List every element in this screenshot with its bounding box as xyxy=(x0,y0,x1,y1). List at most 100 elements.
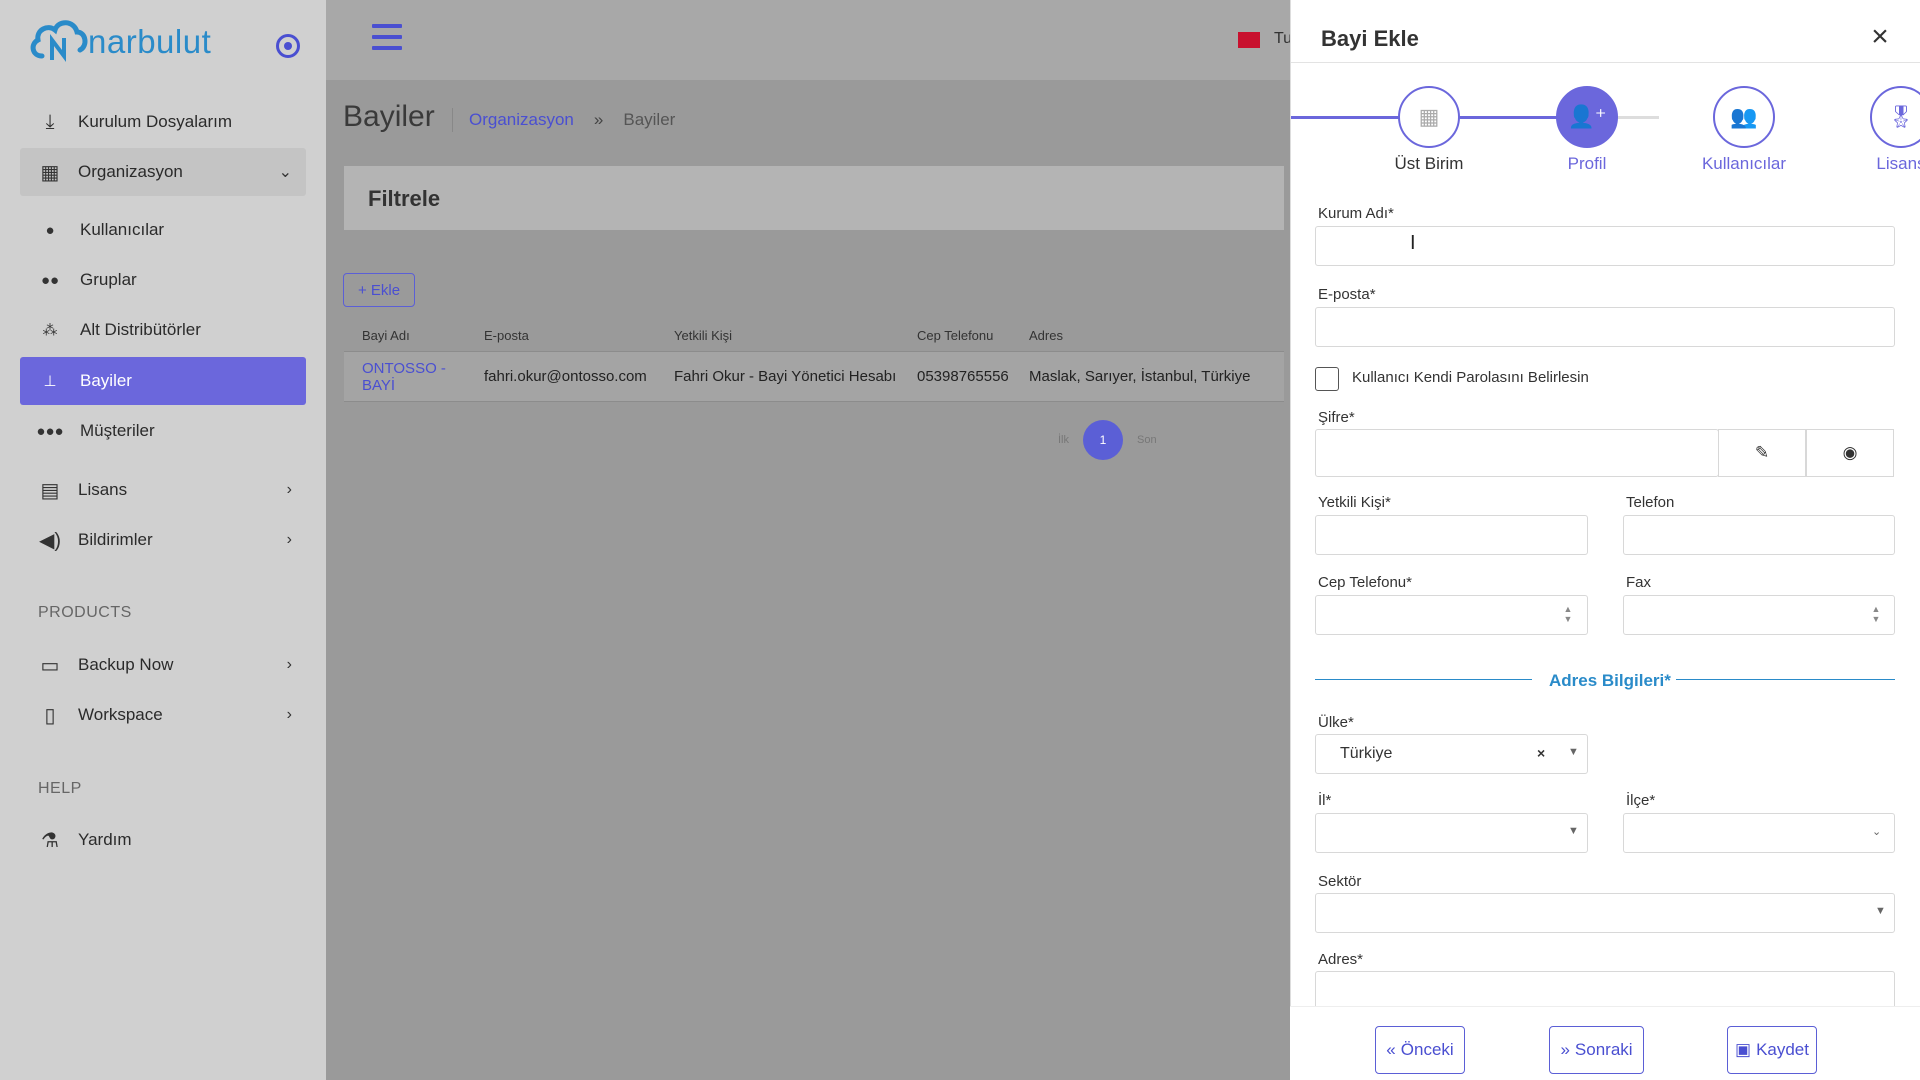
network-icon: ⁂ xyxy=(42,322,58,339)
grid-icon: ▦ xyxy=(1398,86,1460,148)
add-button[interactable]: + Ekle xyxy=(343,273,415,307)
grid-icon: ▦ xyxy=(40,161,60,184)
step-lisans[interactable]: 🎖 Lisans xyxy=(1841,86,1920,174)
sector-select[interactable] xyxy=(1315,893,1895,933)
pagination: İlk 1 Son xyxy=(1058,420,1157,460)
filter-card[interactable]: Filtrele xyxy=(344,166,1284,230)
fax-input[interactable] xyxy=(1623,595,1895,635)
step-label: Kullanıcılar xyxy=(1701,154,1787,173)
sidebar-item-bildirimler[interactable]: ◀) Bildirimler › xyxy=(20,516,306,564)
own-password-checkbox[interactable] xyxy=(1315,367,1339,391)
double-chevron-right-icon: » xyxy=(1560,1040,1570,1059)
kurum-adi-label: Kurum Adı* xyxy=(1318,205,1394,222)
floppy-disk-icon: ▣ xyxy=(1735,1040,1752,1059)
sidebar-item-label: Workspace xyxy=(78,705,163,724)
number-spinner-icon[interactable]: ▲ ▼ xyxy=(1561,604,1575,626)
pager-page[interactable]: 1 xyxy=(1083,420,1123,460)
cell-mobile: 05398765556 xyxy=(917,368,1009,385)
phone-input[interactable] xyxy=(1623,515,1895,555)
step-label: Üst Birim xyxy=(1394,154,1464,173)
save-button-label: Kaydet xyxy=(1756,1040,1809,1059)
mobile-phone-input[interactable] xyxy=(1315,595,1588,635)
ilce-label: İlçe* xyxy=(1626,792,1656,809)
download-icon: ⤓ xyxy=(45,110,55,133)
page-title: Bayiler xyxy=(343,100,435,133)
breadcrumb-separator: » xyxy=(593,110,604,129)
show-password-button[interactable]: ◉ xyxy=(1806,429,1894,477)
sidebar-item-label: Bayiler xyxy=(80,371,132,390)
close-icon[interactable]: × xyxy=(1866,22,1894,52)
number-spinner-icon[interactable]: ▲ ▼ xyxy=(1869,604,1883,626)
eye-icon: ◉ xyxy=(1842,443,1858,462)
filter-title: Filtrele xyxy=(368,186,441,211)
users-icon: 👥 xyxy=(1713,86,1775,148)
megaphone-icon: ◀) xyxy=(38,529,62,552)
turkey-flag-icon[interactable] xyxy=(1238,32,1260,48)
caret-down-icon: ▼ xyxy=(1875,905,1886,917)
caret-down-icon: ▼ xyxy=(1568,746,1579,758)
cep-label: Cep Telefonu* xyxy=(1318,574,1412,591)
sidebar-item-backup-now[interactable]: ▭ Backup Now › xyxy=(20,641,306,689)
panel-title: Bayi Ekle xyxy=(1321,26,1419,51)
generate-password-button[interactable]: ✎ xyxy=(1718,429,1806,477)
target-icon[interactable] xyxy=(276,34,300,58)
column-header[interactable]: E-posta xyxy=(476,328,666,343)
kurum-adi-input[interactable] xyxy=(1315,226,1895,266)
group-icon: ●●● xyxy=(36,422,64,440)
step-profil[interactable]: 👤⁺ Profil xyxy=(1527,86,1647,174)
step-kullanicilar[interactable]: 👥 Kullanıcılar xyxy=(1684,86,1804,174)
table-header: Bayi Adı E-posta Yetkili Kişi Cep Telefo… xyxy=(344,320,1284,352)
save-button[interactable]: ▣ Kaydet xyxy=(1727,1026,1817,1074)
sidebar-item-kullanicilar[interactable]: ● Kullanıcılar xyxy=(20,206,306,254)
column-header[interactable]: Bayi Adı xyxy=(344,328,476,343)
sidebar-item-workspace[interactable]: ▯ Workspace › xyxy=(20,691,306,739)
password-input[interactable] xyxy=(1315,429,1719,477)
cloud-logo-icon xyxy=(30,20,88,62)
file-icon: ▯ xyxy=(44,704,56,727)
divider-line xyxy=(1676,679,1895,680)
breadcrumb-current: Bayiler xyxy=(623,110,676,129)
step-ust-birim[interactable]: ▦ Üst Birim xyxy=(1369,86,1489,174)
clear-icon[interactable]: × xyxy=(1537,745,1545,761)
district-select[interactable] xyxy=(1623,813,1895,853)
text-cursor-icon: I xyxy=(1410,232,1416,254)
sidebar-item-alt-distributorler[interactable]: ⁂ Alt Distribütörler xyxy=(20,306,306,354)
contact-person-input[interactable] xyxy=(1315,515,1588,555)
sidebar-item-musteriler[interactable]: ●●● Müşteriler xyxy=(20,407,306,455)
sidebar-item-label: Backup Now xyxy=(78,655,174,674)
own-password-label: Kullanıcı Kendi Parolasını Belirlesin xyxy=(1352,369,1589,386)
sidebar-item-kurulum-dosyalarim[interactable]: ⤓ Kurulum Dosyalarım xyxy=(20,98,306,146)
sidebar-item-label: Kurulum Dosyalarım xyxy=(78,112,232,131)
section-help: HELP xyxy=(38,780,82,797)
ulke-label: Ülke* xyxy=(1318,714,1354,731)
chevron-right-icon: › xyxy=(286,706,292,723)
sidebar-item-bayiler[interactable]: ⊥ Bayiler xyxy=(20,357,306,405)
next-button-label: Sonraki xyxy=(1574,1040,1633,1059)
cell-dealer-name[interactable]: ONTOSSO - BAYİ xyxy=(344,360,476,394)
il-label: İl* xyxy=(1318,792,1332,809)
sidebar-item-lisans[interactable]: ▤ Lisans › xyxy=(20,466,306,514)
pager-last[interactable]: Son xyxy=(1137,434,1157,446)
previous-button[interactable]: « Önceki xyxy=(1375,1026,1465,1074)
hamburger-menu-icon[interactable] xyxy=(372,24,402,50)
province-select[interactable] xyxy=(1315,813,1588,853)
email-input[interactable] xyxy=(1315,307,1895,347)
breadcrumb-organizasyon[interactable]: Organizasyon xyxy=(469,110,574,130)
column-header[interactable]: Adres xyxy=(1021,328,1284,343)
sidebar-item-label: Lisans xyxy=(78,480,128,499)
chevron-right-icon: › xyxy=(286,656,292,673)
column-header[interactable]: Cep Telefonu xyxy=(909,328,1021,343)
chevron-right-icon: › xyxy=(286,531,292,548)
double-chevron-left-icon: « xyxy=(1386,1040,1396,1059)
sidebar-item-organizasyon[interactable]: ▦ Organizasyon ⌄ xyxy=(20,148,306,196)
sidebar-item-gruplar[interactable]: ●● Gruplar xyxy=(20,256,306,304)
pager-first[interactable]: İlk xyxy=(1058,434,1069,446)
next-button[interactable]: » Sonraki xyxy=(1549,1026,1644,1074)
sidebar-item-label: Kullanıcılar xyxy=(80,220,165,239)
brand-name: narbulut xyxy=(88,23,212,60)
sidebar-item-yardim[interactable]: ⚗ Yardım xyxy=(20,816,306,864)
user-plus-icon: 👤⁺ xyxy=(1556,86,1618,148)
column-header[interactable]: Yetkili Kişi xyxy=(666,328,909,343)
logo[interactable]: narbulut xyxy=(28,16,211,68)
table-row[interactable]: ONTOSSO - BAYİ fahri.okur@ontosso.com Fa… xyxy=(344,352,1284,402)
